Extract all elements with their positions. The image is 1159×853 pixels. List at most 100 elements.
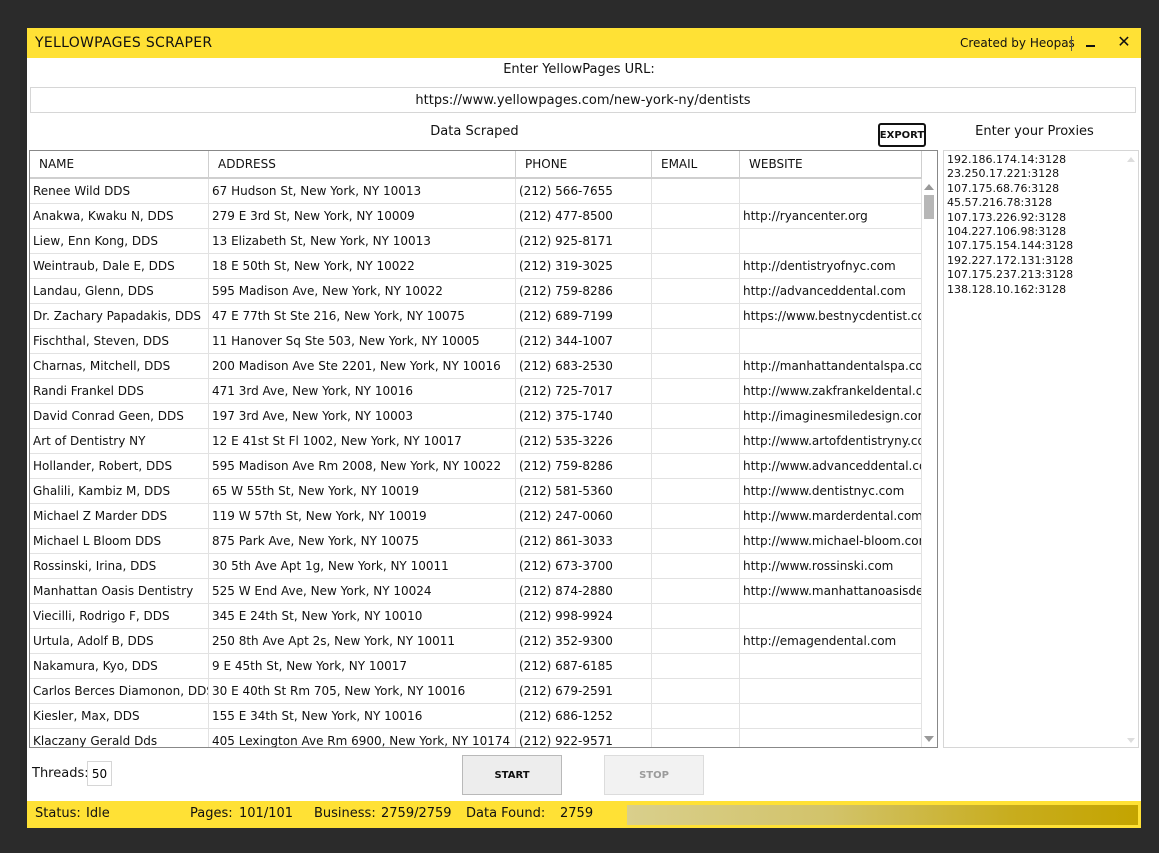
cell-email [652,654,740,679]
status-value: Idle [86,806,110,821]
created-by-label: Created by Heopas [960,36,1075,50]
scroll-down-icon[interactable] [924,736,934,742]
cell-address: 30 E 40th St Rm 705, New York, NY 10016 [209,679,516,704]
progress-bar [627,805,1138,825]
cell-phone: (212) 477-8500 [516,204,652,229]
title-bar[interactable]: YELLOWPAGES SCRAPER Created by Heopas ✕ [27,28,1141,58]
cell-email [652,504,740,529]
cell-address: 119 W 57th St, New York, NY 10019 [209,504,516,529]
cell-name: Renee Wild DDS [30,179,209,204]
threads-input[interactable] [87,761,112,786]
cell-address: 12 E 41st St Fl 1002, New York, NY 10017 [209,429,516,454]
table-row[interactable]: Michael L Bloom DDS 875 Park Ave, New Yor… [30,529,922,554]
cell-name: Carlos Berces Diamonon, DDS [30,679,209,704]
table-row[interactable]: Manhattan Oasis Dentistry 525 W End Ave, … [30,579,922,604]
cell-name: Hollander, Robert, DDS [30,454,209,479]
cell-website: http://imaginesmiledesign.com [740,404,922,429]
cell-name: Michael L Bloom DDS [30,529,209,554]
proxies-textarea[interactable]: 192.186.174.14:3128 23.250.17.221:3128 107… [943,150,1139,748]
table-row[interactable]: Carlos Berces Diamonon, DDS 30 E 40th St … [30,679,922,704]
start-button[interactable]: START [462,755,562,795]
cell-phone: (212) 679-2591 [516,679,652,704]
cell-email [652,354,740,379]
table-row[interactable]: David Conrad Geen, DDS 197 3rd Ave, New Y… [30,404,922,429]
table-row[interactable]: Rossinski, Irina, DDS 30 5th Ave Apt 1g, … [30,554,922,579]
scroll-thumb[interactable] [924,195,934,219]
scroll-up-icon[interactable] [924,184,934,190]
proxy-entry: 138.128.10.162:3128 [947,282,1067,296]
cell-address: 405 Lexington Ave Rm 6900, New York, NY … [209,729,516,747]
cell-phone: (212) 687-6185 [516,654,652,679]
table-row[interactable]: Anakwa, Kwaku N, DDS 279 E 3rd St, New Yo… [30,204,922,229]
column-header-email[interactable]: EMAIL [652,151,740,177]
cell-website [740,329,922,354]
table-row[interactable]: Charnas, Mitchell, DDS 200 Madison Ave St… [30,354,922,379]
table-row[interactable]: Dr. Zachary Papadakis, DDS 47 E 77th St S… [30,304,922,329]
table-row[interactable]: Randi Frankel DDS 471 3rd Ave, New York, … [30,379,922,404]
table-row[interactable]: Nakamura, Kyo, DDS 9 E 45th St, New York,… [30,654,922,679]
cell-name: Dr. Zachary Papadakis, DDS [30,304,209,329]
table-row[interactable]: Landau, Glenn, DDS 595 Madison Ave, New Y… [30,279,922,304]
proxy-scroll-up-icon[interactable] [1127,157,1135,162]
column-header-phone[interactable]: PHONE [516,151,652,177]
cell-website: http://www.artofdentistryny.com [740,429,922,454]
table-row[interactable]: Urtula, Adolf B, DDS 250 8th Ave Apt 2s, … [30,629,922,654]
cell-website [740,679,922,704]
table-row[interactable]: Renee Wild DDS 67 Hudson St, New York, NY… [30,179,922,204]
cell-email [652,479,740,504]
proxy-entry: 107.175.154.144:3128 [947,239,1074,253]
minimize-icon[interactable] [1081,34,1099,52]
cell-phone: (212) 861-3033 [516,529,652,554]
cell-phone: (212) 925-8171 [516,229,652,254]
table-row[interactable]: Art of Dentistry NY 12 E 41st St Fl 1002,… [30,429,922,454]
cell-website: http://www.marderdental.com [740,504,922,529]
cell-address: 67 Hudson St, New York, NY 10013 [209,179,516,204]
close-icon[interactable]: ✕ [1114,32,1134,52]
cell-email [652,329,740,354]
table-body: Renee Wild DDS 67 Hudson St, New York, NY… [30,179,922,747]
table-row[interactable]: Hollander, Robert, DDS 595 Madison Ave Rm… [30,454,922,479]
cell-email [652,679,740,704]
cell-website: http://www.dentistnyc.com [740,479,922,504]
table-row[interactable]: Klaczany Gerald Dds 405 Lexington Ave Rm … [30,729,922,747]
cell-phone: (212) 683-2530 [516,354,652,379]
table-row[interactable]: Kiesler, Max, DDS 155 E 34th St, New York… [30,704,922,729]
cell-website [740,654,922,679]
cell-address: 279 E 3rd St, New York, NY 10009 [209,204,516,229]
proxy-scroll-down-icon[interactable] [1127,738,1135,743]
cell-address: 595 Madison Ave, New York, NY 10022 [209,279,516,304]
cell-email [652,429,740,454]
cell-website: https://www.bestnycdentist.com [740,304,922,329]
data-found-value: 2759 [560,806,594,821]
cell-address: 250 8th Ave Apt 2s, New York, NY 10011 [209,629,516,654]
cell-website: http://www.advanceddental.com [740,454,922,479]
cell-name: Michael Z Marder DDS [30,504,209,529]
business-value: 2759/2759 [381,806,452,821]
export-button[interactable]: EXPORT [878,123,926,147]
table-row[interactable]: Ghalili, Kambiz M, DDS 65 W 55th St, New … [30,479,922,504]
cell-email [652,204,740,229]
column-header-name[interactable]: NAME [30,151,209,177]
table-scrollbar[interactable] [922,179,937,747]
cell-phone: (212) 375-1740 [516,404,652,429]
table-row[interactable]: Viecilli, Rodrigo F, DDS 345 E 24th St, N… [30,604,922,629]
cell-name: Liew, Enn Kong, DDS [30,229,209,254]
cell-name: Ghalili, Kambiz M, DDS [30,479,209,504]
url-input[interactable] [30,87,1136,113]
table-row[interactable]: Fischthal, Steven, DDS 11 Hanover Sq Ste … [30,329,922,354]
data-scraped-label: Data Scraped [430,124,519,139]
pages-value: 101/101 [239,806,294,821]
table-row[interactable]: Michael Z Marder DDS 119 W 57th St, New Y… [30,504,922,529]
stop-button[interactable]: STOP [604,755,704,795]
cell-address: 30 5th Ave Apt 1g, New York, NY 10011 [209,554,516,579]
table-row[interactable]: Liew, Enn Kong, DDS 13 Elizabeth St, New … [30,229,922,254]
column-header-website[interactable]: WEBSITE [740,151,922,177]
proxy-entry: 107.173.226.92:3128 [947,210,1067,224]
progress-fill [627,805,1138,825]
cell-name: Weintraub, Dale E, DDS [30,254,209,279]
cell-name: Kiesler, Max, DDS [30,704,209,729]
app-title: YELLOWPAGES SCRAPER [35,35,213,51]
column-header-address[interactable]: ADDRESS [209,151,516,177]
table-row[interactable]: Weintraub, Dale E, DDS 18 E 50th St, New … [30,254,922,279]
data-table[interactable]: NAME ADDRESS PHONE EMAIL WEBSITE Renee W… [29,150,938,748]
